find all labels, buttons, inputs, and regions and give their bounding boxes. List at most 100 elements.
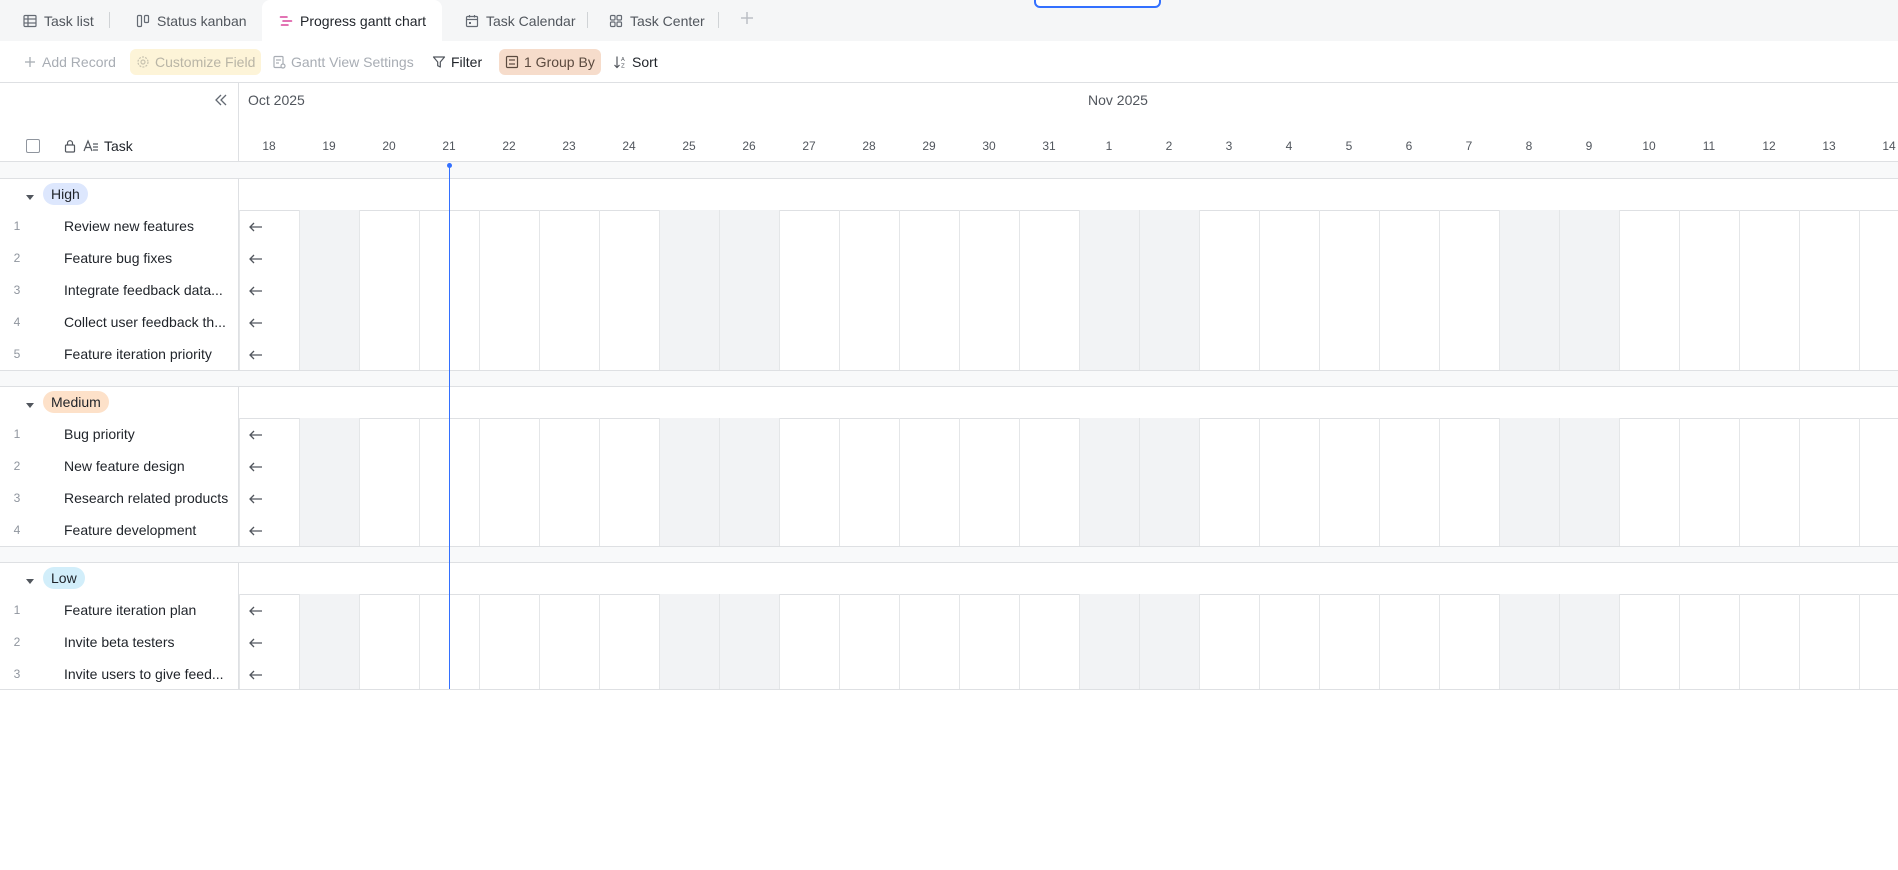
day-column (959, 594, 1019, 690)
select-all-checkbox[interactable] (26, 139, 40, 153)
caret-down-icon[interactable] (25, 573, 35, 584)
day-column (659, 594, 719, 690)
list-item[interactable]: 2 Invite beta testers (0, 626, 239, 658)
day-column (1739, 210, 1799, 370)
day-label: 2 (1165, 139, 1173, 153)
caret-down-icon[interactable] (25, 397, 35, 408)
day-column (1679, 594, 1739, 690)
gantt-view-settings-button[interactable]: Gantt View Settings (266, 49, 420, 75)
list-item[interactable]: 1 Bug priority (0, 418, 239, 450)
day-column (959, 418, 1019, 546)
divider (239, 562, 1898, 563)
day-column (839, 210, 899, 370)
day-label: 13 (1822, 139, 1836, 153)
jump-to-task-arrow-icon[interactable] (248, 348, 264, 360)
sort-icon: AZ (613, 55, 627, 69)
tab-status-kanban[interactable]: Status kanban (135, 0, 247, 41)
day-column (479, 594, 539, 690)
filter-label: Filter (451, 54, 483, 70)
day-column (539, 594, 599, 690)
day-column (1679, 210, 1739, 370)
task-column-header[interactable]: Task (104, 138, 133, 154)
collapse-panel-button[interactable] (212, 91, 230, 109)
today-marker (449, 165, 450, 690)
divider (0, 689, 1898, 690)
list-item[interactable]: 3 Research related products (0, 482, 239, 514)
customize-field-button[interactable]: Customize Field (130, 49, 262, 75)
caret-down-icon[interactable] (25, 189, 35, 200)
jump-to-task-arrow-icon[interactable] (248, 460, 264, 472)
day-column (1799, 594, 1859, 690)
svg-text:A: A (621, 57, 625, 63)
add-view-button[interactable] (739, 0, 755, 41)
tab-task-list[interactable]: Task list (22, 0, 94, 41)
day-column (479, 210, 539, 370)
jump-to-task-arrow-icon[interactable] (248, 524, 264, 536)
row-number: 1 (13, 427, 21, 441)
list-item[interactable]: 4 Collect user feedback th... (0, 306, 239, 338)
day-column (1499, 418, 1559, 546)
day-label: 31 (1042, 139, 1056, 153)
spacer-band (0, 162, 239, 178)
tab-divider (718, 12, 719, 28)
spacer-band (239, 162, 1898, 178)
row-number: 2 (13, 635, 21, 649)
divider (239, 178, 1898, 179)
tab-task-calendar[interactable]: Task Calendar (464, 0, 576, 41)
day-column (1559, 594, 1619, 690)
day-column (1679, 418, 1739, 546)
task-name: Invite beta testers (64, 634, 175, 650)
row-number: 3 (13, 283, 21, 297)
double-chevron-left-icon (215, 94, 227, 106)
day-column (1379, 594, 1439, 690)
jump-to-task-arrow-icon[interactable] (248, 636, 264, 648)
tab-task-center[interactable]: Task Center (608, 0, 705, 41)
sort-label: Sort (632, 54, 658, 70)
jump-to-task-arrow-icon[interactable] (248, 316, 264, 328)
jump-to-task-arrow-icon[interactable] (248, 252, 264, 264)
day-column (1439, 418, 1499, 546)
jump-to-task-arrow-icon[interactable] (248, 284, 264, 296)
day-column (479, 418, 539, 546)
jump-to-task-arrow-icon[interactable] (248, 668, 264, 680)
day-column (1139, 594, 1199, 690)
list-item[interactable]: 2 Feature bug fixes (0, 242, 239, 274)
add-record-label: Add Record (42, 54, 116, 70)
list-item[interactable]: 3 Integrate feedback data... (0, 274, 239, 306)
day-label: 21 (442, 139, 456, 153)
jump-to-task-arrow-icon[interactable] (248, 604, 264, 616)
view-toolbar: Add Record Customize Field Gantt View Se… (0, 41, 1898, 83)
tab-divider (587, 12, 588, 28)
plus-icon (739, 9, 755, 32)
tab-progress-gantt-chart[interactable]: Progress gantt chart (262, 0, 443, 41)
gear-icon (136, 55, 150, 69)
day-label: 22 (502, 139, 516, 153)
day-column (539, 210, 599, 370)
sort-button[interactable]: AZ Sort (607, 49, 664, 75)
spacer-band (0, 547, 239, 563)
jump-to-task-arrow-icon[interactable] (248, 492, 264, 504)
tab-label: Task list (44, 12, 94, 29)
list-item[interactable]: 5 Feature iteration priority (0, 338, 239, 370)
jump-to-task-arrow-icon[interactable] (248, 220, 264, 232)
task-name: Feature iteration plan (64, 602, 197, 618)
day-column (359, 594, 419, 690)
task-name: Feature bug fixes (64, 250, 173, 266)
row-number: 4 (13, 315, 21, 329)
jump-to-task-arrow-icon[interactable] (248, 428, 264, 440)
spacer-band (239, 371, 1898, 387)
list-item[interactable]: 4 Feature development (0, 514, 239, 546)
list-item[interactable]: 1 Feature iteration plan (0, 594, 239, 626)
list-item[interactable]: 1 Review new features (0, 210, 239, 242)
add-record-button[interactable]: Add Record (17, 49, 122, 75)
day-label: 14 (1882, 139, 1896, 153)
svg-text:Z: Z (621, 64, 625, 70)
row-number: 2 (13, 459, 21, 473)
day-column (899, 210, 959, 370)
list-item[interactable]: 3 Invite users to give feed... (0, 658, 239, 690)
task-name: Review new features (64, 218, 194, 234)
filter-button[interactable]: Filter (426, 49, 488, 75)
group-by-button[interactable]: 1 Group By (499, 49, 601, 75)
list-item[interactable]: 2 New feature design (0, 450, 239, 482)
day-column (1319, 418, 1379, 546)
